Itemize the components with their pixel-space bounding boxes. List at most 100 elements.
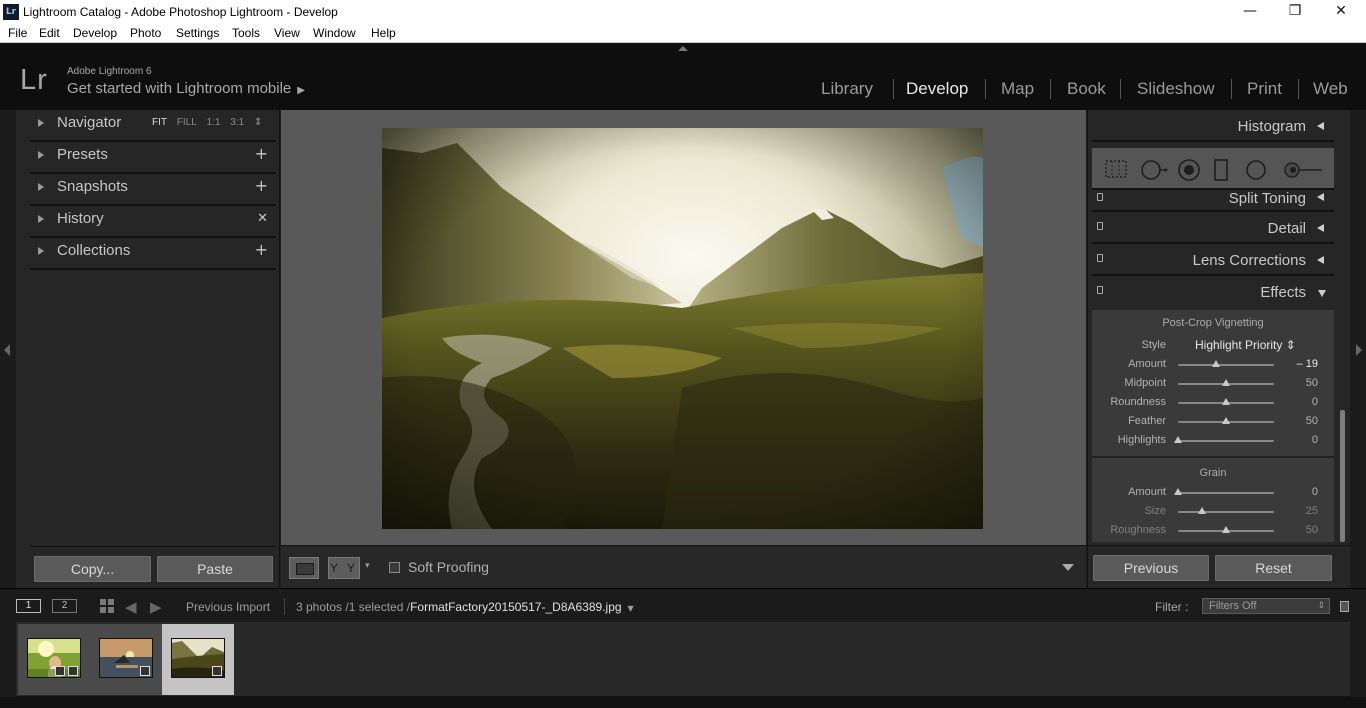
restore-button[interactable]: ❐ bbox=[1272, 0, 1318, 24]
main-window-button[interactable]: 1 bbox=[16, 599, 41, 613]
menu-develop[interactable]: Develop bbox=[73, 26, 117, 40]
filter-lock-icon[interactable] bbox=[1340, 601, 1349, 612]
menu-photo[interactable]: Photo bbox=[130, 26, 161, 40]
slider-value[interactable]: 0 bbox=[1312, 434, 1318, 446]
filmstrip-thumbnail[interactable] bbox=[90, 624, 162, 695]
slider-thumb[interactable] bbox=[1222, 379, 1230, 386]
menu-view[interactable]: View bbox=[274, 26, 300, 40]
filmstrip-thumbnail-selected[interactable] bbox=[162, 624, 234, 695]
module-book[interactable]: Book bbox=[1067, 79, 1106, 99]
secondary-window-button[interactable]: 2 bbox=[52, 599, 77, 613]
presets-header[interactable]: Presets + bbox=[30, 142, 276, 174]
radial-filter-icon[interactable] bbox=[1244, 159, 1268, 181]
lens-corrections-header[interactable]: Lens Corrections bbox=[1092, 246, 1334, 276]
filmstrip-header: 1 2 ◀ ▶ Previous Import 3 photos /1 sele… bbox=[0, 588, 1366, 622]
right-panel-scrollbar[interactable] bbox=[1340, 410, 1345, 542]
slider-thumb[interactable] bbox=[1222, 417, 1230, 424]
back-arrow-icon[interactable]: ◀ bbox=[125, 598, 137, 616]
loupe-view-button[interactable] bbox=[289, 557, 319, 579]
module-develop[interactable]: Develop bbox=[906, 79, 968, 99]
before-after-button[interactable]: Y Y bbox=[328, 557, 360, 579]
zoom-stepper-icon[interactable]: ⇕ bbox=[254, 117, 262, 128]
effects-header[interactable]: Effects bbox=[1092, 278, 1334, 308]
slider-thumb[interactable] bbox=[1174, 436, 1182, 443]
close-window-button[interactable]: ✕ bbox=[1318, 0, 1364, 24]
slider-track[interactable] bbox=[1178, 492, 1274, 494]
add-collection-icon[interactable]: + bbox=[255, 240, 268, 259]
spot-removal-icon[interactable] bbox=[1140, 159, 1168, 181]
copy-settings-button[interactable]: Copy... bbox=[34, 556, 151, 582]
detail-header[interactable]: Detail bbox=[1092, 214, 1334, 244]
module-web[interactable]: Web bbox=[1313, 79, 1348, 99]
menu-window[interactable]: Window bbox=[313, 26, 356, 40]
slider-value[interactable]: 0 bbox=[1312, 486, 1318, 498]
slider-value[interactable]: – 19 bbox=[1297, 358, 1318, 370]
panel-switch-icon[interactable] bbox=[1097, 286, 1103, 294]
history-header[interactable]: History ✕ bbox=[30, 206, 276, 238]
clear-history-icon[interactable]: ✕ bbox=[257, 211, 268, 226]
previous-button[interactable]: Previous bbox=[1093, 555, 1209, 581]
module-slideshow[interactable]: Slideshow bbox=[1137, 79, 1215, 99]
before-after-dropdown-icon[interactable]: ▾ bbox=[365, 561, 370, 571]
reset-button[interactable]: Reset bbox=[1215, 555, 1332, 581]
slider-track[interactable] bbox=[1178, 364, 1274, 366]
zoom-fit[interactable]: FIT bbox=[152, 117, 167, 128]
left-panel-toggle[interactable] bbox=[0, 110, 16, 588]
top-panel-toggle[interactable] bbox=[0, 43, 1366, 54]
slider-value[interactable]: 50 bbox=[1306, 377, 1318, 389]
slider-thumb[interactable] bbox=[1174, 488, 1182, 495]
menu-settings[interactable]: Settings bbox=[176, 26, 219, 40]
slider-thumb[interactable] bbox=[1222, 398, 1230, 405]
navigator-header[interactable]: Navigator FIT FILL 1:1 3:1 ⇕ bbox=[30, 110, 276, 142]
style-select[interactable]: Highlight Priority ⇕ bbox=[1195, 338, 1296, 352]
minimize-button[interactable]: — bbox=[1227, 0, 1273, 24]
graduated-filter-icon[interactable] bbox=[1212, 159, 1230, 181]
paste-settings-button[interactable]: Paste bbox=[157, 556, 273, 582]
slider-thumb[interactable] bbox=[1222, 526, 1230, 533]
red-eye-icon[interactable] bbox=[1177, 159, 1201, 181]
split-toning-header[interactable]: Split Toning bbox=[1092, 184, 1334, 212]
divider bbox=[284, 598, 285, 615]
menu-edit[interactable]: Edit bbox=[39, 26, 60, 40]
zoom-1-1[interactable]: 1:1 bbox=[207, 117, 221, 128]
collections-header[interactable]: Collections + bbox=[30, 238, 276, 270]
module-library[interactable]: Library bbox=[821, 79, 873, 99]
slider-value[interactable]: 0 bbox=[1312, 396, 1318, 408]
panel-switch-icon[interactable] bbox=[1097, 222, 1103, 230]
filmstrip-source[interactable]: Previous Import bbox=[186, 600, 270, 614]
right-panel-toggle[interactable] bbox=[1350, 110, 1366, 588]
histogram-header[interactable]: Histogram bbox=[1092, 112, 1334, 142]
add-preset-icon[interactable]: + bbox=[255, 144, 268, 163]
soft-proofing-checkbox[interactable] bbox=[389, 562, 400, 573]
zoom-fill[interactable]: FILL bbox=[177, 117, 197, 128]
zoom-3-1[interactable]: 3:1 bbox=[230, 117, 244, 128]
crop-overlay-icon[interactable] bbox=[1104, 159, 1128, 179]
module-print[interactable]: Print bbox=[1247, 79, 1282, 99]
current-filename[interactable]: FormatFactory20150517-_D8A6389.jpg bbox=[410, 600, 621, 614]
forward-arrow-icon[interactable]: ▶ bbox=[150, 598, 162, 616]
filename-dropdown-icon[interactable]: ▼ bbox=[628, 604, 634, 613]
slider-value[interactable]: 50 bbox=[1306, 415, 1318, 427]
add-snapshot-icon[interactable]: + bbox=[255, 176, 268, 195]
filmstrip-thumbnail[interactable] bbox=[18, 624, 90, 695]
menu-tools[interactable]: Tools bbox=[232, 26, 260, 40]
slider-track[interactable] bbox=[1178, 511, 1274, 513]
menu-help[interactable]: Help bbox=[371, 26, 396, 40]
slider-value[interactable]: 50 bbox=[1306, 524, 1318, 536]
image-preview-area[interactable] bbox=[281, 110, 1086, 545]
adjustment-brush-icon[interactable] bbox=[1284, 159, 1324, 181]
slider-track[interactable] bbox=[1178, 440, 1274, 442]
grid-view-icon[interactable] bbox=[100, 599, 115, 613]
filter-select[interactable]: Filters Off ⇕ bbox=[1202, 598, 1330, 614]
snapshots-header[interactable]: Snapshots + bbox=[30, 174, 276, 206]
toolbar-menu-arrow-icon[interactable] bbox=[1062, 564, 1074, 571]
slider-thumb[interactable] bbox=[1198, 507, 1206, 514]
panel-switch-icon[interactable] bbox=[1097, 193, 1103, 201]
menu-file[interactable]: File bbox=[8, 26, 27, 40]
slider-thumb[interactable] bbox=[1212, 360, 1221, 367]
bottom-panel-toggle[interactable] bbox=[0, 697, 1366, 708]
panel-switch-icon[interactable] bbox=[1097, 254, 1103, 262]
slider-value[interactable]: 25 bbox=[1306, 505, 1318, 517]
module-map[interactable]: Map bbox=[1001, 79, 1034, 99]
mobile-prompt[interactable]: Get started with Lightroom mobile ▶ bbox=[67, 80, 305, 97]
